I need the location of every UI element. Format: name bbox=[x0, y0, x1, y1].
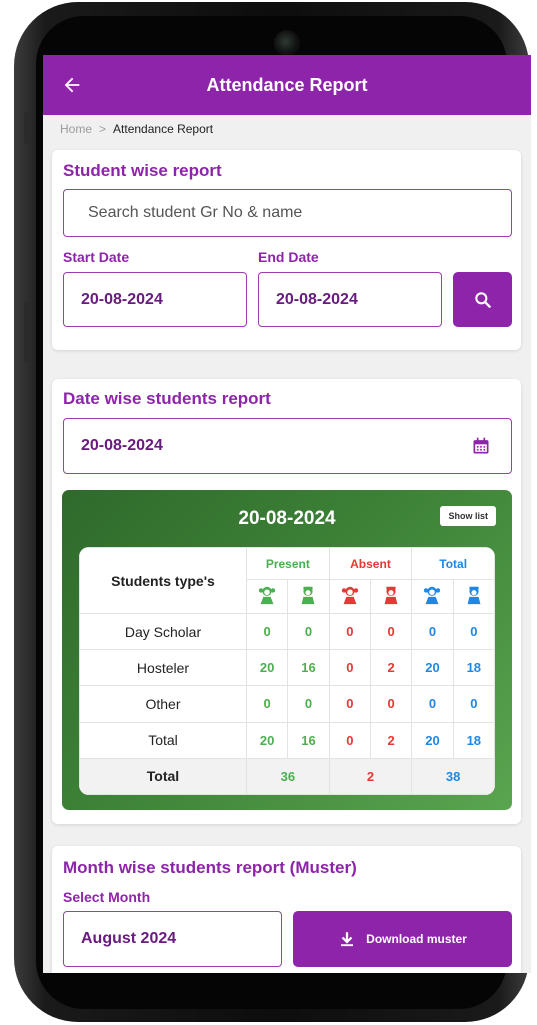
table-header-row: Students type's Present Absent Total bbox=[79, 547, 495, 614]
app-bar: Attendance Report bbox=[43, 55, 531, 115]
present-girls: 0 bbox=[245, 612, 289, 651]
total-girls: 0 bbox=[411, 612, 454, 651]
total-boys: 18 bbox=[452, 649, 495, 687]
table-row: Other 0 0 0 0 0 0 bbox=[79, 685, 495, 723]
present-girls: 20 bbox=[245, 649, 289, 687]
end-date-label: End Date bbox=[258, 249, 319, 265]
absent-header: Absent bbox=[328, 547, 413, 580]
table-row: Total 20 16 0 2 20 18 bbox=[79, 721, 495, 759]
row-label: Total bbox=[79, 721, 247, 759]
absent-boys: 0 bbox=[369, 612, 413, 651]
present-boys: 16 bbox=[287, 649, 330, 687]
grand-total-absent: 2 bbox=[328, 757, 413, 795]
present-girls: 0 bbox=[245, 685, 289, 723]
month-wise-card: Month wise students report (Muster) Sele… bbox=[52, 846, 521, 973]
girl-icon bbox=[411, 579, 454, 614]
row-label: Other bbox=[79, 685, 247, 723]
end-date-field[interactable]: 20-08-2024 bbox=[258, 272, 442, 327]
download-icon bbox=[341, 932, 354, 947]
total-boys: 18 bbox=[452, 721, 495, 759]
grand-total-row: Total 36 2 38 bbox=[79, 757, 495, 795]
app-screen: Attendance Report Home > Attendance Repo… bbox=[43, 55, 531, 973]
total-header: Total bbox=[411, 547, 495, 580]
breadcrumb: Home > Attendance Report bbox=[43, 115, 531, 143]
grand-total-present: 36 bbox=[246, 757, 330, 795]
present-boys: 0 bbox=[287, 685, 330, 723]
select-month-label: Select Month bbox=[63, 889, 151, 905]
student-wise-title: Student wise report bbox=[63, 161, 222, 180]
table-row: Day Scholar 0 0 0 0 0 0 bbox=[79, 612, 495, 651]
arrow-left-icon[interactable] bbox=[61, 69, 93, 101]
student-wise-card: Student wise report Search student Gr No… bbox=[52, 150, 521, 350]
end-date-value: 20-08-2024 bbox=[276, 290, 358, 308]
row-label: Day Scholar bbox=[79, 612, 247, 651]
download-muster-button[interactable]: Download muster bbox=[293, 911, 512, 967]
download-label: Download muster bbox=[366, 932, 467, 946]
total-boys: 0 bbox=[452, 612, 495, 651]
grand-total-label: Total bbox=[79, 757, 247, 795]
present-header: Present bbox=[246, 547, 330, 580]
page-title: Attendance Report bbox=[206, 74, 368, 95]
absent-girls: 0 bbox=[328, 612, 371, 651]
start-date-field[interactable]: 20-08-2024 bbox=[63, 272, 247, 327]
total-girls: 0 bbox=[411, 685, 454, 723]
boy-icon bbox=[369, 579, 413, 614]
start-date-label: Start Date bbox=[63, 249, 130, 265]
breadcrumb-home[interactable]: Home bbox=[60, 122, 92, 136]
total-boys: 0 bbox=[452, 685, 495, 723]
month-wise-title: Month wise students report (Muster) bbox=[63, 858, 357, 877]
absent-boys: 2 bbox=[369, 649, 413, 687]
absent-girls: 0 bbox=[328, 721, 371, 759]
report-date-field[interactable]: 20-08-2024 bbox=[63, 418, 512, 474]
attendance-table: Students type's Present Absent Total Day… bbox=[79, 547, 495, 795]
month-value: August 2024 bbox=[81, 930, 177, 947]
attendance-summary-panel: 20-08-2024 Show list Students type's Pre… bbox=[62, 490, 512, 810]
students-type-header: Students type's bbox=[79, 547, 247, 614]
side-button bbox=[24, 112, 30, 144]
search-button[interactable] bbox=[453, 272, 512, 327]
search-placeholder: Search student Gr No & name bbox=[88, 204, 303, 221]
student-search-input[interactable]: Search student Gr No & name bbox=[63, 189, 512, 237]
table-row: Hosteler 20 16 0 2 20 18 bbox=[79, 649, 495, 687]
absent-girls: 0 bbox=[328, 649, 371, 687]
month-field[interactable]: August 2024 bbox=[63, 911, 282, 967]
report-date-value: 20-08-2024 bbox=[81, 437, 163, 454]
calendar-icon[interactable] bbox=[471, 436, 491, 456]
grand-total-total: 38 bbox=[411, 757, 495, 795]
side-button bbox=[24, 302, 30, 362]
search-icon bbox=[474, 291, 491, 308]
start-date-value: 20-08-2024 bbox=[81, 290, 163, 308]
present-boys: 16 bbox=[287, 721, 330, 759]
girl-icon bbox=[328, 579, 371, 614]
absent-boys: 2 bbox=[369, 721, 413, 759]
breadcrumb-separator: > bbox=[99, 122, 107, 136]
row-label: Hosteler bbox=[79, 649, 247, 687]
camera-icon bbox=[274, 30, 300, 56]
date-wise-title: Date wise students report bbox=[63, 389, 271, 408]
show-list-button[interactable]: Show list bbox=[440, 506, 496, 526]
girl-icon bbox=[245, 579, 289, 614]
boy-icon bbox=[287, 579, 330, 614]
absent-boys: 0 bbox=[369, 685, 413, 723]
date-wise-card: Date wise students report 20-08-2024 20-… bbox=[52, 379, 521, 824]
present-girls: 20 bbox=[245, 721, 289, 759]
absent-girls: 0 bbox=[328, 685, 371, 723]
breadcrumb-current: Attendance Report bbox=[113, 122, 214, 136]
present-boys: 0 bbox=[287, 612, 330, 651]
boy-icon bbox=[452, 579, 495, 614]
total-girls: 20 bbox=[411, 721, 454, 759]
total-girls: 20 bbox=[411, 649, 454, 687]
